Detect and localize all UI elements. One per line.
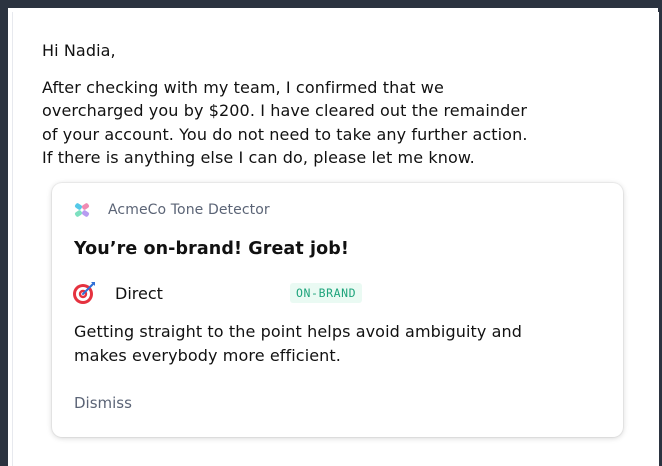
email-body-line: If there is anything else I can do, plea…	[42, 148, 475, 167]
email-body[interactable]: Hi Nadia, After checking with my team, I…	[42, 39, 642, 170]
tone-description-line: Getting straight to the point helps avoi…	[74, 322, 523, 341]
card-header: AcmeCo Tone Detector	[74, 202, 270, 218]
acmeco-logo-icon	[74, 202, 90, 218]
dismiss-button[interactable]: Dismiss	[74, 394, 132, 412]
tone-row: Direct ON-BRAND	[72, 281, 472, 305]
tone-description-line: makes everybody more efficient.	[74, 345, 341, 365]
card-app-name: AcmeCo Tone Detector	[108, 202, 270, 218]
email-message: After checking with my team, I confirmed…	[42, 76, 642, 170]
window-frame-left	[0, 0, 8, 466]
tone-name: Direct	[115, 283, 163, 303]
card-title: You’re on-brand! Great job!	[74, 239, 349, 259]
email-body-line: of your account. You do not need to take…	[42, 124, 528, 144]
target-icon	[73, 282, 95, 304]
window-frame-top	[0, 0, 662, 8]
tone-detector-card: AcmeCo Tone Detector You’re on-brand! Gr…	[52, 183, 623, 437]
email-body-line: overcharged you by $200. I have cleared …	[42, 101, 528, 120]
tone-description: Getting straight to the point helps avoi…	[74, 320, 609, 367]
on-brand-badge: ON-BRAND	[290, 283, 363, 303]
email-body-line: After checking with my team, I confirmed…	[42, 77, 444, 97]
email-greeting: Hi Nadia,	[42, 41, 116, 60]
